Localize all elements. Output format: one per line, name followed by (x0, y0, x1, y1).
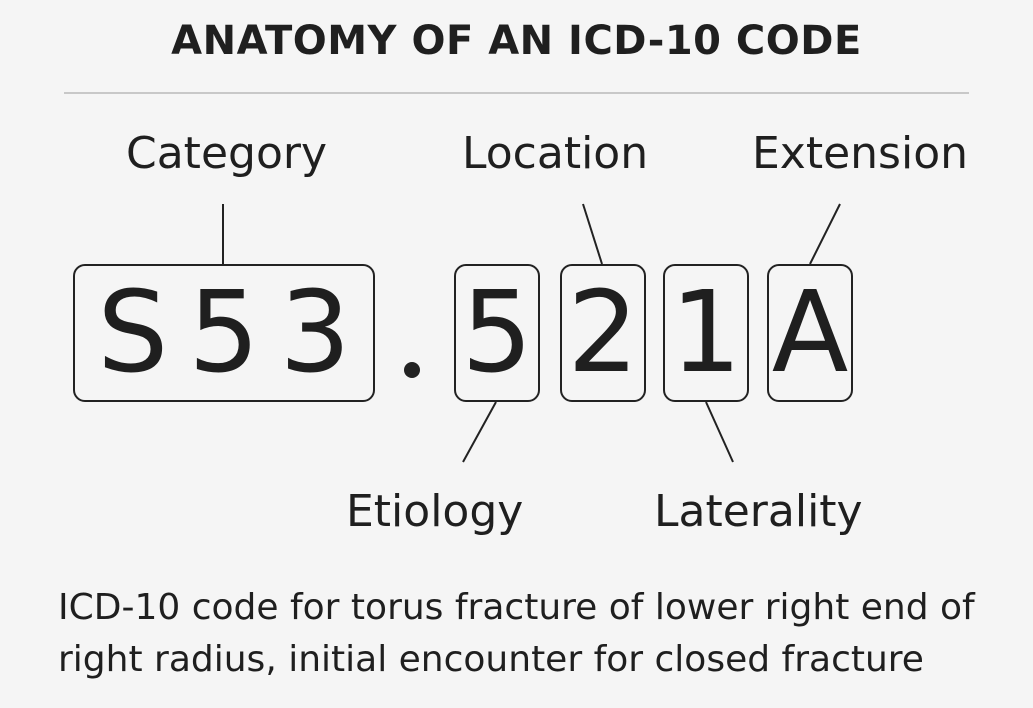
location-char: 2 (567, 268, 639, 398)
code-description: ICD-10 code for torus fracture of lower … (58, 587, 975, 680)
category-char-2: 5 (188, 268, 260, 398)
laterality-box: 1 (663, 264, 749, 402)
location-box: 2 (560, 264, 646, 402)
label-etiology: Etiology (346, 486, 524, 537)
category-box: S 5 3 (73, 264, 375, 402)
connector-etiology (462, 401, 497, 463)
extension-box: A (767, 264, 853, 402)
label-laterality: Laterality (654, 486, 863, 537)
connector-laterality (705, 401, 734, 463)
code-separator-dot (404, 362, 420, 378)
extension-char: A (771, 268, 849, 398)
laterality-char: 1 (670, 268, 742, 398)
etiology-box: 5 (454, 264, 540, 402)
connector-extension (809, 203, 841, 265)
category-char-3: 3 (279, 268, 351, 398)
etiology-char: 5 (461, 268, 533, 398)
category-char-1: S (97, 268, 169, 398)
connector-location (582, 203, 603, 265)
